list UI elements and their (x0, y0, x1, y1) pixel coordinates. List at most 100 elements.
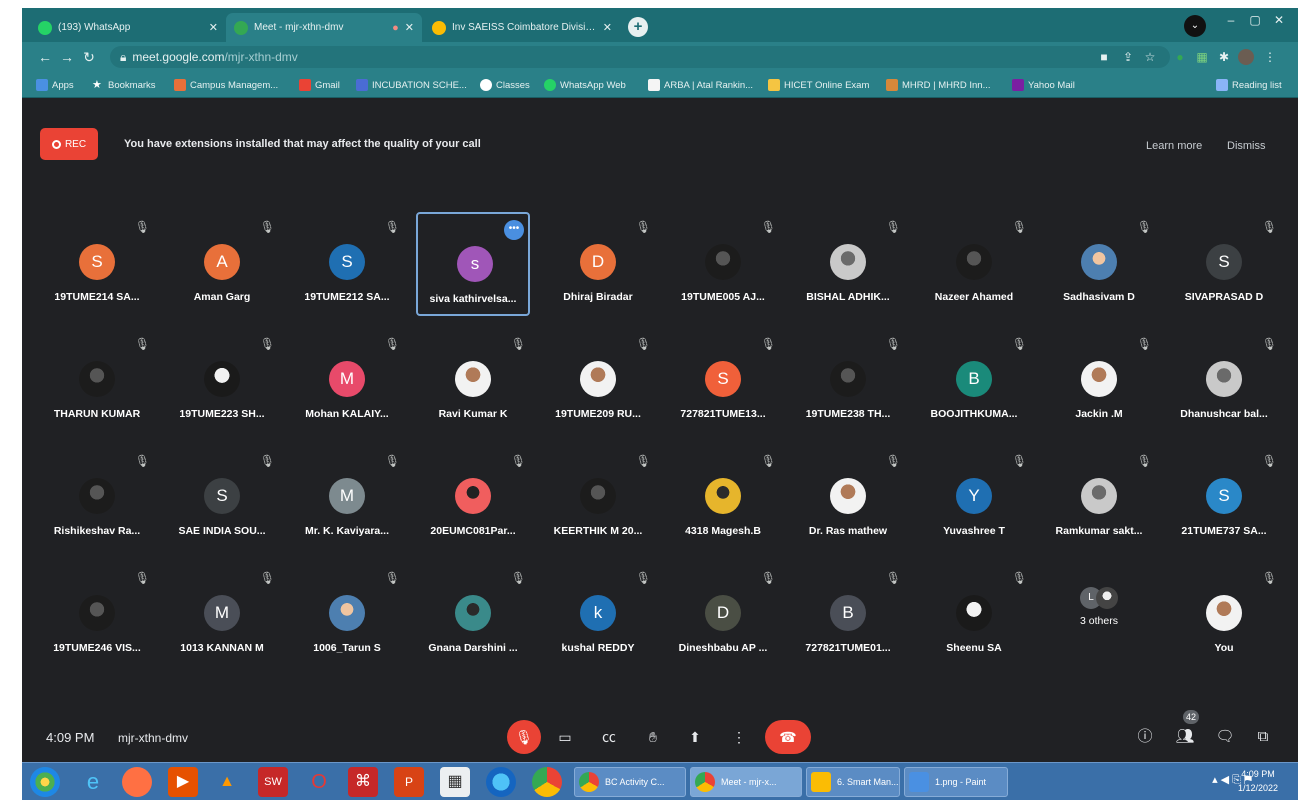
people-icon[interactable]: 👥︎ (1172, 724, 1198, 750)
participant-tile[interactable]: 🎙︎ Dr. Ras mathew (791, 446, 905, 550)
bookmark-mhrd[interactable]: MHRD | MHRD Inn... (886, 77, 991, 93)
solidworks-icon[interactable]: SW (258, 767, 288, 797)
learn-more-link[interactable]: Learn more (1146, 140, 1202, 152)
internet-explorer-icon[interactable]: e (78, 767, 108, 797)
participant-tile[interactable]: 🎙︎ Ravi Kumar K (416, 329, 530, 433)
opera-icon[interactable]: O (304, 767, 334, 797)
close-window-icon[interactable]: ✕ (1268, 12, 1290, 28)
address-bar[interactable]: 🔒︎ meet.google.com/mjr-xthn-dmv (110, 46, 1170, 68)
participant-tile[interactable]: 🎙︎ KEERTHIK M 20... (541, 446, 655, 550)
bookmark-yahoo[interactable]: Yahoo Mail (1012, 77, 1075, 93)
participant-tile[interactable]: 🎙︎ A Aman Garg (165, 212, 279, 316)
calculator-icon[interactable]: ▦ (440, 767, 470, 797)
powerpoint-icon[interactable]: P (394, 767, 424, 797)
back-icon[interactable]: ← (34, 49, 56, 65)
close-icon[interactable]: ✕ (209, 21, 218, 34)
star-icon[interactable]: ☆ (1142, 49, 1158, 65)
participant-tile[interactable]: 🎙︎ BISHAL ADHIK... (791, 212, 905, 316)
participant-tile[interactable]: 🎙︎ k kushal REDDY (541, 563, 655, 667)
participant-tile[interactable]: 🎙︎ M 1013 KANNAN M (165, 563, 279, 667)
participant-tile[interactable]: 🎙︎ Rishikeshav Ra... (40, 446, 154, 550)
captions-button[interactable]: ㏄ (592, 720, 626, 754)
meeting-code[interactable]: mjr-xthn-dmv (118, 731, 188, 745)
taskbar-item-smart-man[interactable]: 6. Smart Man... (806, 767, 900, 797)
participant-tile[interactable]: 🎙︎ 1006_Tarun S (290, 563, 404, 667)
participant-tile[interactable]: 🎙︎ D Dhiraj Biradar (541, 212, 655, 316)
activities-icon[interactable]: ⧉ (1250, 724, 1276, 750)
maximize-icon[interactable]: ▢ (1244, 12, 1266, 28)
participant-tile[interactable]: 🎙︎ 4318 Magesh.B (666, 446, 780, 550)
chrome-icon[interactable] (532, 767, 562, 797)
firefox-icon[interactable] (122, 767, 152, 797)
participant-tile[interactable]: 🎙︎ 19TUME005 AJ... (666, 212, 780, 316)
extension-whatsapp-icon[interactable]: ● (1172, 49, 1188, 65)
camera-button[interactable]: ▭ (548, 720, 582, 754)
menu-kebab-icon[interactable]: ⋮ (1262, 49, 1278, 65)
participant-tile[interactable]: 🎙︎ Sheenu SA (917, 563, 1031, 667)
bookmark-bookmarks[interactable]: ★ Bookmarks (92, 77, 156, 93)
participant-tile[interactable]: ••• s siva kathirvelsa... (416, 212, 530, 316)
participant-tile[interactable]: 🎙︎ 20EUMC081Par... (416, 446, 530, 550)
participant-tile[interactable]: 🎙︎ Gnana Darshini ... (416, 563, 530, 667)
participant-tile[interactable]: 🎙︎ 19TUME209 RU... (541, 329, 655, 433)
participant-tile[interactable]: 🎙︎ M Mr. K. Kaviyara... (290, 446, 404, 550)
participant-tile[interactable]: 🎙︎ 19TUME238 TH... (791, 329, 905, 433)
dismiss-button[interactable]: Dismiss (1227, 140, 1266, 152)
participant-tile[interactable]: 🎙︎ Y Yuvashree T (917, 446, 1031, 550)
extensions-puzzle-icon[interactable]: ✱ (1216, 49, 1232, 65)
self-tile[interactable]: 🎙︎ You (1167, 563, 1281, 667)
participant-tile[interactable]: 🎙︎ Jackin .M (1042, 329, 1156, 433)
extension-grid-icon[interactable]: ▦ (1194, 49, 1210, 65)
bookmark-incubation[interactable]: INCUBATION SCHE... (356, 77, 467, 93)
participant-tile[interactable]: 🎙︎ Nazeer Ahamed (917, 212, 1031, 316)
participant-tile[interactable]: 🎙︎ Dhanushcar bal... (1167, 329, 1281, 433)
meeting-info-icon[interactable]: ⓘ (1132, 724, 1158, 750)
participant-tile[interactable]: 🎙︎ S 21TUME737 SA... (1167, 446, 1281, 550)
participant-tile[interactable]: 🎙︎ Sadhasivam D (1042, 212, 1156, 316)
more-options-button[interactable]: ⋮ (722, 720, 756, 754)
more-options-icon[interactable]: ••• (504, 220, 524, 240)
tab-meet[interactable]: Meet - mjr-xthn-dmv ● ✕ (226, 13, 422, 42)
bookmark-gmail[interactable]: Gmail (299, 77, 340, 93)
reload-icon[interactable]: ↻ (78, 49, 100, 66)
participant-tile[interactable]: 🎙︎ D Dineshbabu AP ... (666, 563, 780, 667)
bookmark-whatsapp-web[interactable]: WhatsApp Web (544, 77, 626, 93)
forward-icon[interactable]: → (56, 49, 78, 65)
tab-drive[interactable]: Inv SAEISS Coimbatore Divisio... ✕ (424, 13, 620, 42)
others-tile[interactable]: L 3 others (1042, 563, 1156, 667)
participant-tile[interactable]: 🎙︎ THARUN KUMAR (40, 329, 154, 433)
mic-off-button[interactable]: 🎙︎ (507, 720, 541, 754)
bookmark-arba[interactable]: ARBA | Atal Rankin... (648, 77, 753, 93)
participant-tile[interactable]: 🎙︎ S 727821TUME13... (666, 329, 780, 433)
end-call-button[interactable]: ☎︎ (765, 720, 811, 754)
tab-search-icon[interactable]: ⌄ (1184, 15, 1206, 37)
taskbar-item-bc-activity[interactable]: BC Activity C... (574, 767, 686, 797)
start-button-icon[interactable] (30, 767, 60, 797)
participant-tile[interactable]: 🎙︎ S 19TUME214 SA... (40, 212, 154, 316)
edge-icon[interactable] (486, 767, 516, 797)
bookmark-hicet[interactable]: HICET Online Exam (768, 77, 869, 93)
minimize-icon[interactable]: – (1220, 12, 1242, 28)
participant-tile[interactable]: 🎙︎ B 727821TUME01... (791, 563, 905, 667)
media-player-icon[interactable]: ▶ (168, 767, 198, 797)
present-button[interactable]: ⬆︎ (678, 720, 712, 754)
bookmark-campus[interactable]: Campus Managem... (174, 77, 278, 93)
share-icon[interactable]: ⇪ (1120, 49, 1136, 65)
taskbar-item-meet[interactable]: Meet - mjr-x... (690, 767, 802, 797)
camera-in-use-icon[interactable]: ■ (1096, 49, 1112, 65)
participant-tile[interactable]: 🎙︎ M Mohan KALAIY... (290, 329, 404, 433)
reading-list[interactable]: Reading list (1216, 77, 1282, 93)
vlc-icon[interactable]: ▲ (212, 767, 242, 797)
chat-icon[interactable]: 🗨︎ (1212, 724, 1238, 750)
taskbar-clock[interactable]: 4:09 PM 1/12/2022 (1238, 767, 1278, 795)
new-tab-button[interactable]: + (628, 17, 648, 37)
participant-tile[interactable]: 🎙︎ S 19TUME212 SA... (290, 212, 404, 316)
participant-tile[interactable]: 🎙︎ 19TUME223 SH... (165, 329, 279, 433)
participant-tile[interactable]: 🎙︎ 19TUME246 VIS... (40, 563, 154, 667)
raise-hand-button[interactable]: ✋︎ (636, 720, 670, 754)
tab-whatsapp[interactable]: (193) WhatsApp ✕ (30, 13, 226, 42)
profile-avatar[interactable] (1238, 49, 1254, 65)
participant-tile[interactable]: 🎙︎ S SAE INDIA SOU... (165, 446, 279, 550)
taskbar-item-paint[interactable]: 1.png - Paint (904, 767, 1008, 797)
participant-tile[interactable]: 🎙︎ Ramkumar sakt... (1042, 446, 1156, 550)
